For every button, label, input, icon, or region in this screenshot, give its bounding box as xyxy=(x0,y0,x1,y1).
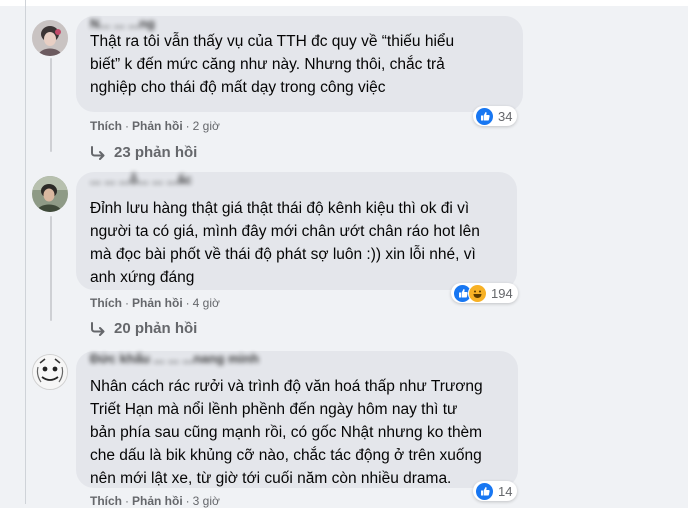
comment-text: Đỉnh lưu hàng thật giá thật thái độ kênh… xyxy=(90,200,480,286)
reply-link[interactable]: Phản hồi xyxy=(132,494,183,508)
comment-author[interactable]: ... ... ...ỗ... ... ...ấc xyxy=(90,172,192,190)
like-icon xyxy=(475,106,494,126)
avatar-photo-icon xyxy=(32,176,68,212)
reaction-summary[interactable]: 34 xyxy=(473,106,518,126)
comment-author[interactable]: Đức khẩu ... ... ...nang minh xyxy=(90,351,259,369)
reaction-count: 14 xyxy=(498,483,513,499)
avatar[interactable] xyxy=(32,176,68,212)
view-replies-button[interactable]: 23 phản hồi xyxy=(90,144,197,161)
cartoon-face-icon xyxy=(33,355,67,389)
comment-actions: Thích · Phản hồi · 2 giờ xyxy=(90,119,220,133)
like-link[interactable]: Thích xyxy=(90,296,122,310)
reaction-summary[interactable]: 14 xyxy=(473,481,518,501)
comment-text: Thật ra tôi vẫn thấy vụ của TTH đc quy v… xyxy=(90,33,455,96)
comment-time[interactable]: 4 giờ xyxy=(193,296,220,310)
avatar-photo-icon xyxy=(32,20,68,56)
comment-text: Nhân cách rác rưởi và trình độ văn hoá t… xyxy=(90,378,483,487)
reaction-count: 34 xyxy=(498,108,513,124)
thread-line xyxy=(50,216,52,321)
like-link[interactable]: Thích xyxy=(90,494,122,508)
left-divider xyxy=(25,0,26,504)
haha-icon xyxy=(468,283,487,303)
reply-arrow-icon xyxy=(91,145,105,160)
thread-line xyxy=(50,58,52,152)
comment-actions: Thích · Phản hồi · 4 giờ xyxy=(90,296,220,310)
reply-link[interactable]: Phản hồi xyxy=(132,119,183,133)
view-replies-button[interactable]: 20 phản hồi xyxy=(90,320,197,337)
like-icon xyxy=(475,481,494,501)
comment-actions: Thích · Phản hồi · 3 giờ xyxy=(90,494,220,508)
reaction-summary[interactable]: 194 xyxy=(451,283,518,303)
comment-bubble: N... ... ...ng Thật ra tôi vẫn thấy vụ c… xyxy=(76,16,523,112)
reply-arrow-icon xyxy=(91,321,105,336)
top-strip xyxy=(0,0,688,6)
replies-count: 20 phản hồi xyxy=(114,320,198,337)
comment-time[interactable]: 3 giờ xyxy=(193,494,220,508)
reply-link[interactable]: Phản hồi xyxy=(132,296,183,310)
reaction-count: 194 xyxy=(491,285,513,301)
like-link[interactable]: Thích xyxy=(90,119,122,133)
comment-bubble: Đức khẩu ... ... ...nang minh Nhân cách … xyxy=(76,351,518,488)
comment-bubble: ... ... ...ỗ... ... ...ấc Đỉnh lưu hàng … xyxy=(76,172,517,290)
comment-time[interactable]: 2 giờ xyxy=(193,119,220,133)
avatar[interactable] xyxy=(32,20,68,56)
avatar[interactable] xyxy=(32,354,68,390)
replies-count: 23 phản hồi xyxy=(114,144,198,161)
